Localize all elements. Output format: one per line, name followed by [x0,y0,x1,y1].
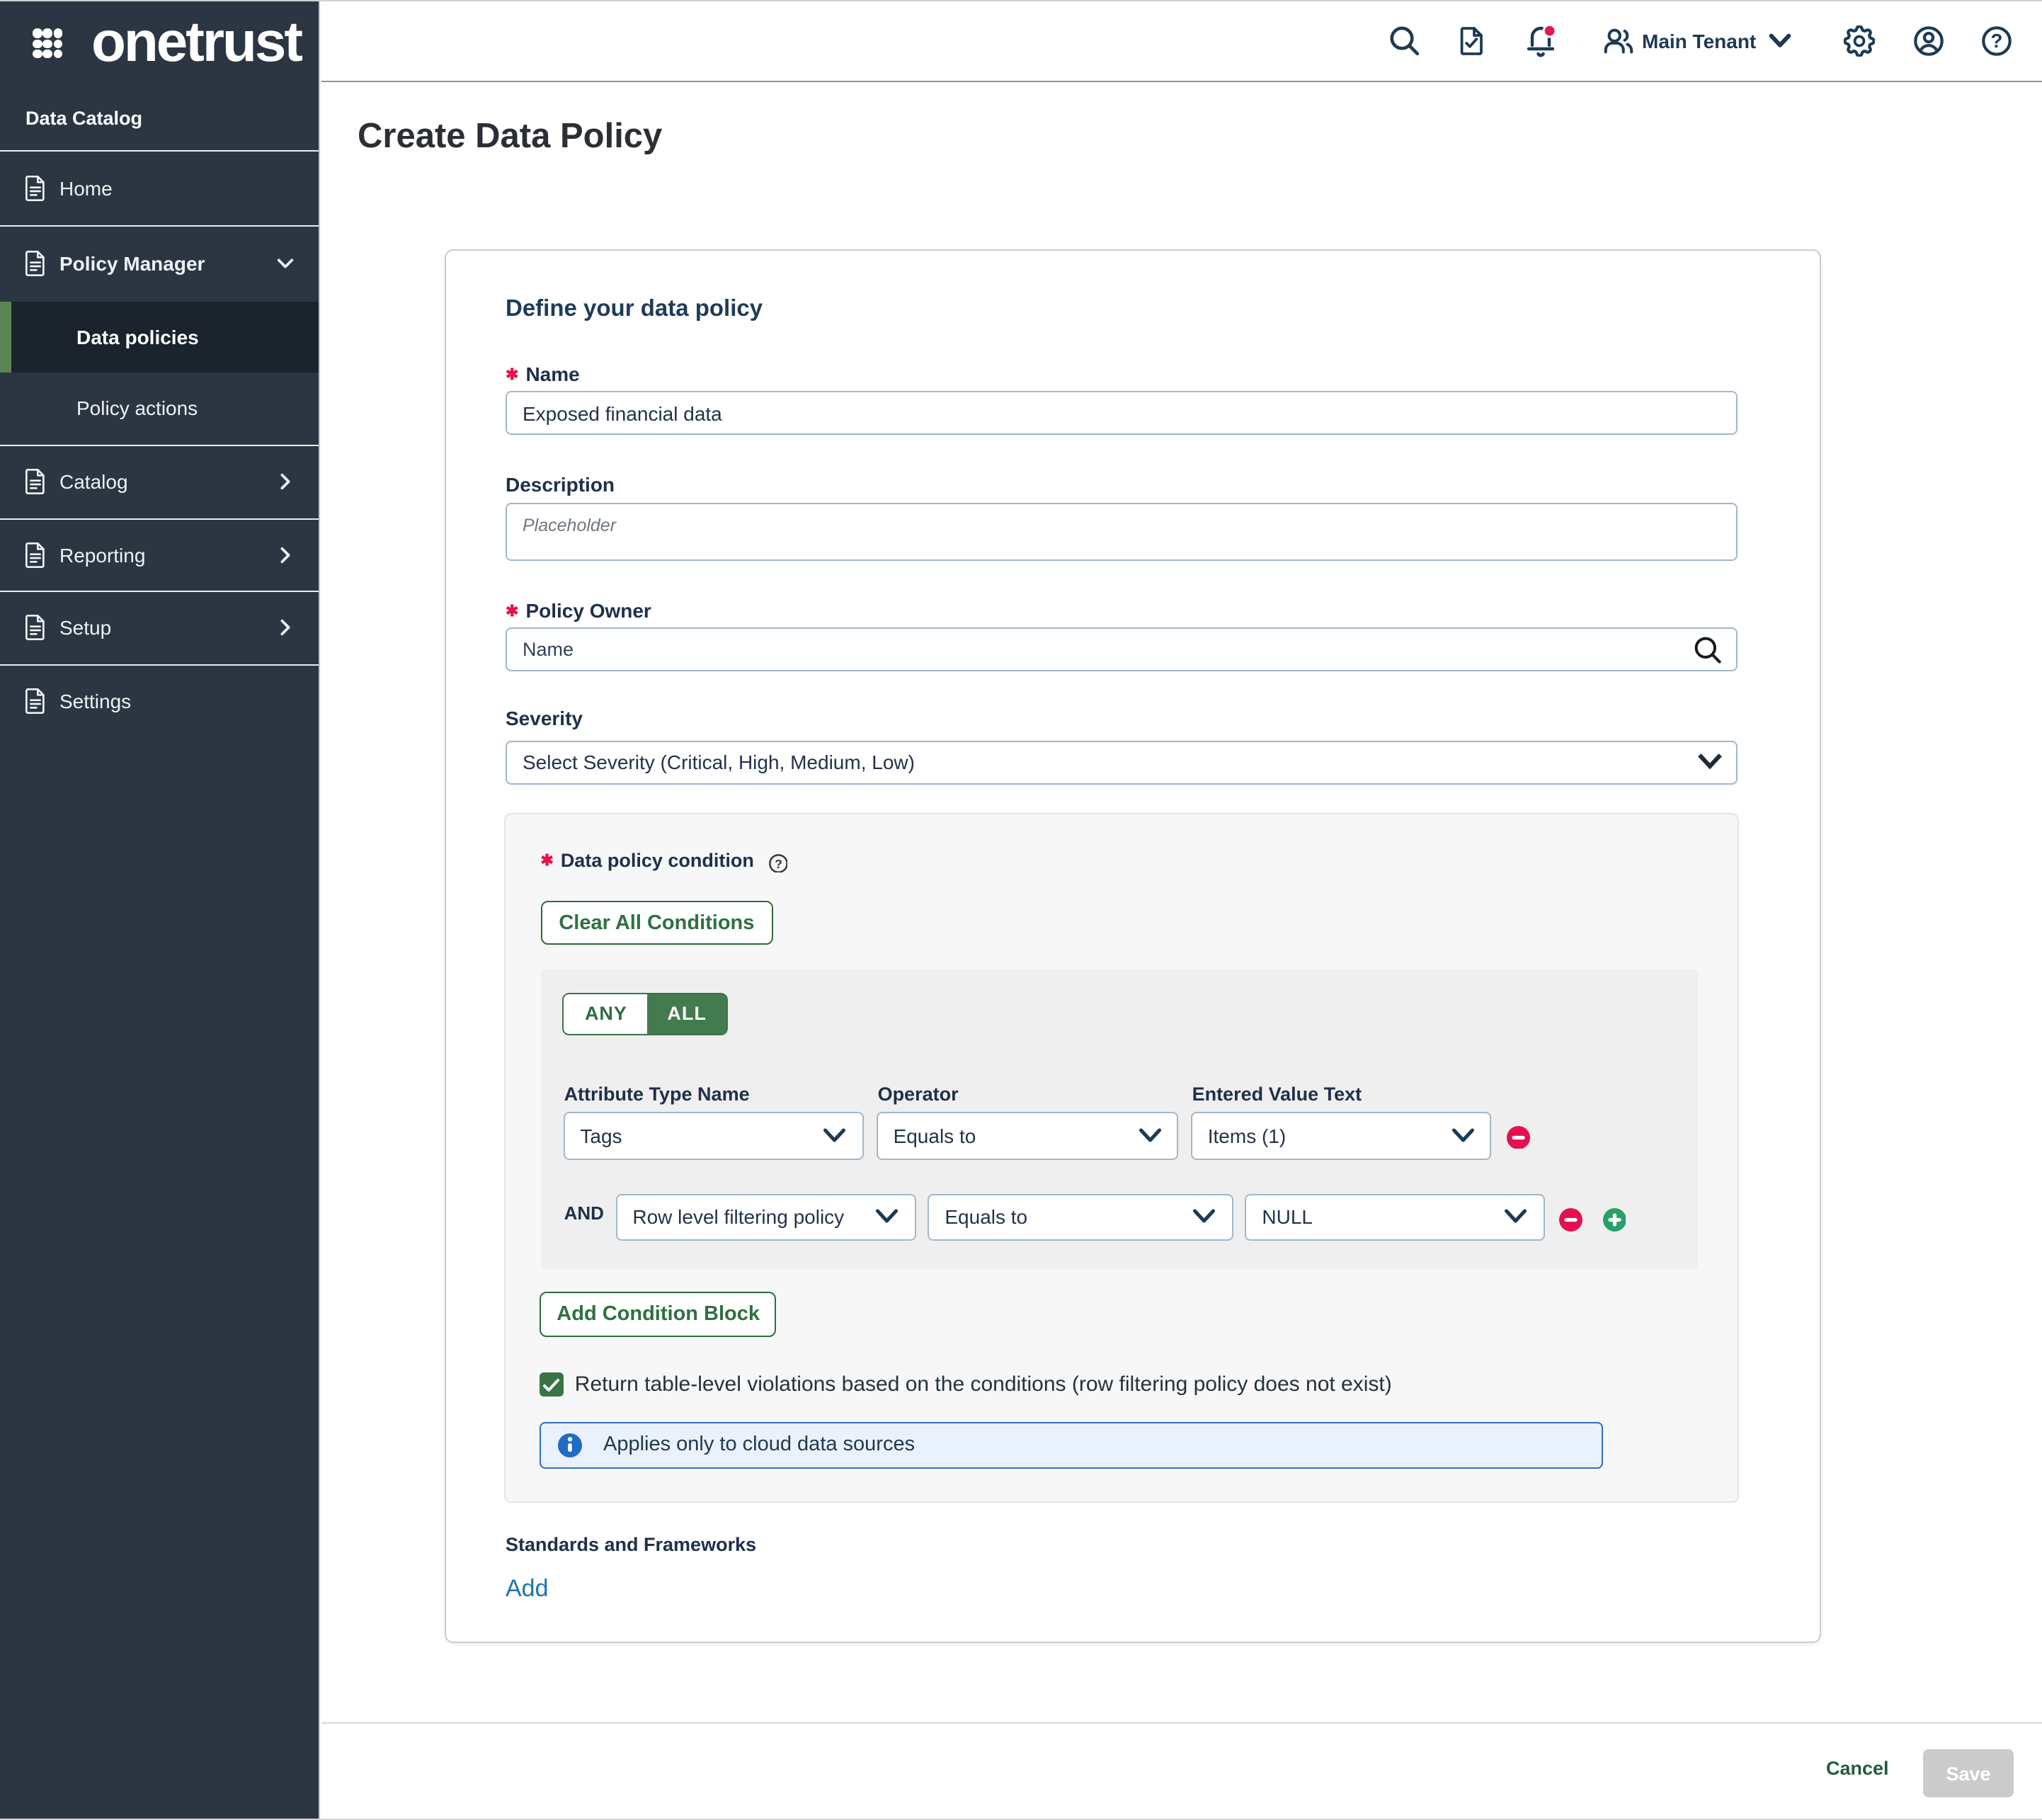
svg-text:?: ? [1990,30,2002,52]
svg-text:?: ? [774,857,782,871]
